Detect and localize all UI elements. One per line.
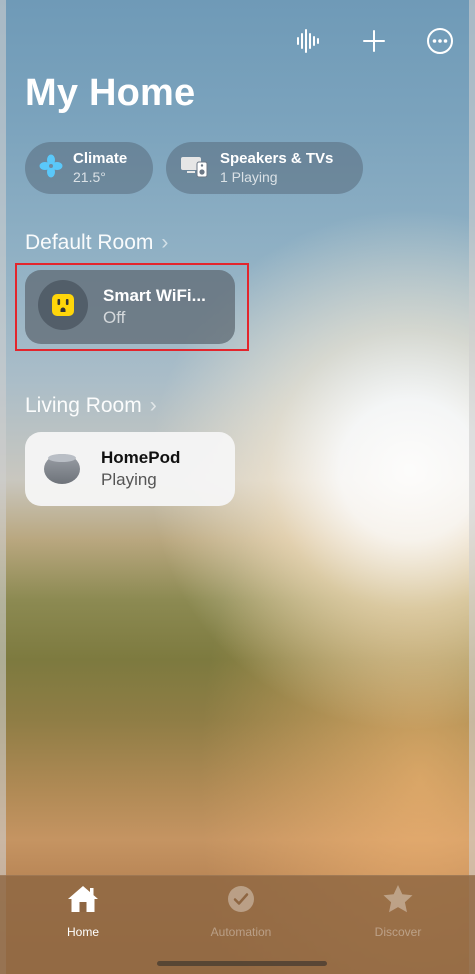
room-header-default[interactable]: Default Room › [25, 231, 168, 255]
chip-subtitle: 1 Playing [220, 168, 278, 185]
accessory-state: Playing [101, 470, 157, 489]
chevron-right-icon: › [149, 394, 157, 417]
chip-subtitle: 21.5° [73, 168, 106, 185]
home-screen: My Home Climate 21.5° Speakers & TVs 1 P… [0, 0, 475, 974]
climate-chip[interactable]: Climate 21.5° [25, 142, 153, 194]
selection-highlight [15, 263, 249, 351]
speakers-tvs-chip[interactable]: Speakers & TVs 1 Playing [166, 142, 363, 194]
tab-bar: Home Automation Discover [0, 875, 475, 974]
more-options-icon[interactable] [425, 26, 455, 56]
frame-edge-right [469, 0, 475, 974]
fan-icon [39, 154, 63, 183]
accessory-name: HomePod [101, 448, 181, 467]
star-icon [382, 884, 414, 919]
tab-label: Home [66, 925, 99, 939]
house-icon [66, 884, 100, 919]
chevron-right-icon: › [161, 231, 169, 254]
waveform-icon[interactable] [293, 26, 323, 56]
room-header-living[interactable]: Living Room › [25, 394, 157, 418]
room-title: Living Room [25, 394, 142, 417]
page-title: My Home [25, 72, 196, 114]
clock-check-icon [226, 884, 256, 919]
chip-title: Speakers & TVs [220, 150, 334, 168]
homepod-icon [37, 442, 87, 497]
speaker-tv-icon [180, 153, 210, 184]
tab-label: Automation [210, 925, 272, 939]
chip-title: Climate [73, 150, 128, 168]
home-indicator[interactable] [157, 961, 327, 966]
tab-automation[interactable]: Automation [186, 884, 296, 939]
top-toolbar [293, 26, 455, 56]
tab-home[interactable]: Home [28, 884, 138, 939]
tab-label: Discover [374, 925, 422, 939]
room-title: Default Room [25, 231, 154, 254]
tab-discover[interactable]: Discover [343, 884, 453, 939]
add-icon[interactable] [359, 26, 389, 56]
frame-edge-left [0, 0, 6, 974]
accessory-tile-homepod[interactable]: HomePod Playing [25, 432, 235, 506]
